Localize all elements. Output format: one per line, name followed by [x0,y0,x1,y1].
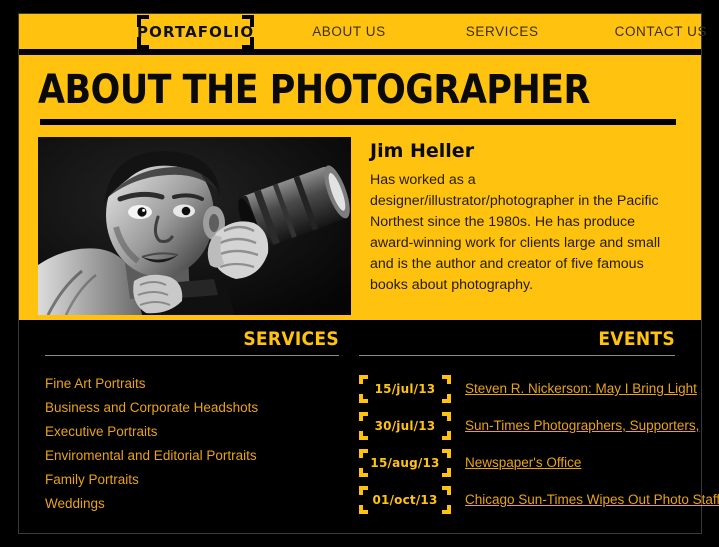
event-date-text: 15/jul/13 [374,381,436,396]
services-heading: SERVICES [243,328,339,350]
bracket-top-left-icon [359,448,368,458]
service-item-environmental-portraits[interactable]: Enviromental and Editorial Portraits [45,444,339,468]
nav-links: ABOUT US SERVICES CONTACT US [290,24,719,39]
nav-item-contact-us[interactable]: CONTACT US [561,24,719,39]
top-navigation-bar: PORTAFOLIO ABOUT US SERVICES CONTACT US [19,14,707,52]
event-link[interactable]: Steven R. Nickerson: May I Bring Light [465,381,697,396]
lower-content-area: SERVICES Fine Art Portraits Business and… [19,320,719,533]
service-item-family-portraits[interactable]: Family Portraits [45,468,339,492]
bracket-bottom-right-icon [242,36,255,49]
event-date-badge: 01/oct/13 [359,485,451,514]
bracket-top-right-icon [442,411,451,421]
photo-artwork-icon [38,137,351,315]
bracket-bottom-left-icon [359,504,368,514]
event-date-badge: 15/jul/13 [359,374,451,403]
event-row: 15/jul/13 Steven R. Nickerson: May I Bri… [359,370,697,407]
bracket-bottom-right-icon [442,430,451,440]
events-divider [359,355,675,356]
event-date-badge: 30/jul/13 [359,411,451,440]
events-heading: EVENTS [598,328,675,350]
photographer-photo [38,137,351,315]
event-link[interactable]: Sun-Times Photographers, Supporters, [465,418,699,433]
events-list: 15/jul/13 Steven R. Nickerson: May I Bri… [359,370,719,518]
service-item-fine-art-portraits[interactable]: Fine Art Portraits [45,372,339,396]
nav-item-about-us[interactable]: ABOUT US [290,24,408,39]
event-date-text: 15/aug/13 [370,455,440,470]
bracket-top-left-icon [359,374,368,384]
event-date-badge: 15/aug/13 [359,448,451,477]
services-section: SERVICES Fine Art Portraits Business and… [19,320,349,533]
event-row: 15/aug/13 Newspaper's Office [359,444,675,481]
bracket-top-right-icon [442,485,451,495]
bio-block: Jim Heller Has worked as a designer/illu… [370,137,680,315]
bracket-bottom-left-icon [137,36,149,49]
logo-text: PORTAFOLIO [137,22,255,41]
hero-body: Jim Heller Has worked as a designer/illu… [19,137,701,315]
bracket-bottom-left-icon [359,430,368,440]
nav-item-services[interactable]: SERVICES [408,24,561,39]
event-link[interactable]: Newspaper's Office [465,455,581,470]
service-item-weddings[interactable]: Weddings [45,492,339,516]
bracket-bottom-right-icon [442,467,451,477]
event-row: 01/oct/13 Chicago Sun-Times Wipes Out Ph… [359,481,719,518]
bracket-bottom-left-icon [359,393,368,403]
service-item-executive-portraits[interactable]: Executive Portraits [45,420,339,444]
photographer-name: Jim Heller [370,140,475,162]
services-divider [45,355,339,356]
bracket-top-left-icon [359,411,368,421]
site-logo[interactable]: PORTAFOLIO [137,14,255,49]
bracket-top-right-icon [242,14,255,27]
services-list: Fine Art Portraits Business and Corporat… [45,372,339,516]
service-item-business-headshots[interactable]: Business and Corporate Headshots [45,396,339,420]
bracket-bottom-right-icon [442,504,451,514]
event-link[interactable]: Chicago Sun-Times Wipes Out Photo Staff [465,492,719,507]
hero-section: ABOUT THE PHOTOGRAPHER Jim Heller Has wo… [19,55,701,320]
bracket-top-left-icon [359,485,368,495]
bracket-top-left-icon [137,14,149,27]
bracket-bottom-right-icon [442,393,451,403]
page-root: PORTAFOLIO ABOUT US SERVICES CONTACT US … [0,0,719,547]
event-row: 30/jul/13 Sun-Times Photographers, Suppo… [359,407,699,444]
title-underline-rule [40,119,676,125]
bracket-top-right-icon [442,374,451,384]
bracket-bottom-left-icon [359,467,368,477]
event-date-text: 30/jul/13 [374,418,436,433]
photographer-bio-text: Has worked as a designer/illustrator/pho… [370,172,661,293]
events-section: EVENTS 15/jul/13 Steven R. Nickerson: Ma… [349,320,719,533]
page-title: ABOUT THE PHOTOGRAPHER [38,67,590,113]
event-date-text: 01/oct/13 [372,492,438,507]
bracket-top-right-icon [442,448,451,458]
